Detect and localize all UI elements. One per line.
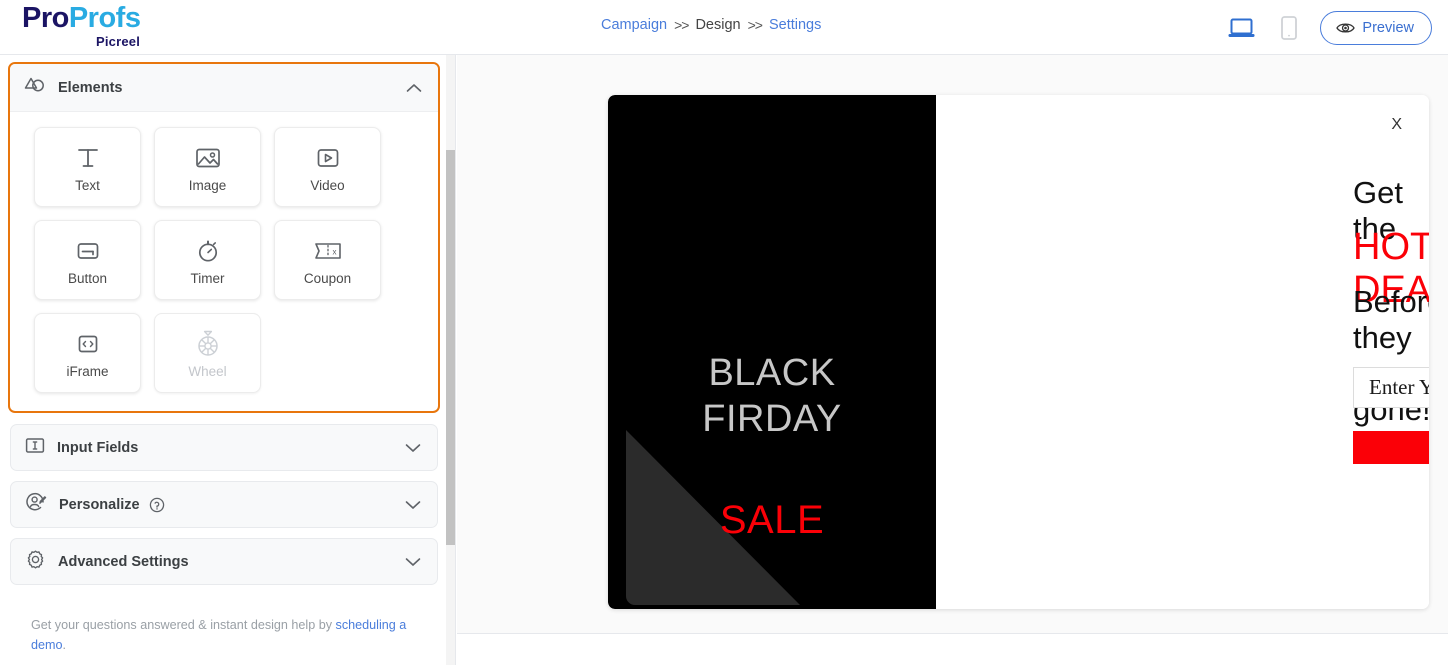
- app-root: ProProfs Picreel Campaign >> Design >> S…: [0, 0, 1448, 665]
- sidebar-scrollbar-track[interactable]: [446, 55, 455, 665]
- code-icon: [76, 327, 100, 361]
- element-tile-image[interactable]: Image: [154, 127, 261, 207]
- sidebar-section-title: Input Fields: [57, 439, 139, 456]
- elements-panel-title: Elements: [58, 79, 123, 96]
- sidebar-section-input-fields[interactable]: Input Fields: [10, 424, 438, 471]
- email-input[interactable]: Enter Your Email: [1353, 367, 1429, 408]
- logo-profs-text: Profs: [68, 2, 141, 34]
- element-tile-label: Image: [188, 178, 227, 193]
- popup-image-sale-text: SALE: [719, 498, 825, 542]
- element-tile-wheel: Wheel: [154, 313, 261, 393]
- desktop-view-button[interactable]: [1224, 13, 1258, 43]
- element-tile-label: iFrame: [66, 364, 109, 379]
- element-tile-label: Text: [75, 178, 100, 193]
- popup-image-line2: FIRDAY: [702, 398, 842, 441]
- text-icon: [75, 141, 101, 175]
- sidebar-footer: Get your questions answered & instant de…: [31, 616, 411, 655]
- sidebar-section-title: Advanced Settings: [58, 553, 189, 570]
- chevron-down-icon[interactable]: [405, 500, 421, 510]
- sidebar-section-title: Personalize: [59, 496, 140, 513]
- timer-icon: [195, 234, 221, 268]
- logo-product-name: Picreel: [96, 34, 141, 49]
- sidebar-scrollbar-thumb[interactable]: [446, 150, 455, 545]
- preview-button[interactable]: Preview: [1320, 10, 1432, 45]
- mobile-view-button[interactable]: [1272, 13, 1306, 43]
- coupon-icon: x: [313, 234, 343, 268]
- elements-tile-grid: Text Image Video Button Timer x Coupon i…: [10, 112, 438, 393]
- close-icon[interactable]: X: [1391, 116, 1402, 134]
- element-tile-video[interactable]: Video: [274, 127, 381, 207]
- brand-logo[interactable]: ProProfs Picreel: [22, 4, 222, 50]
- popup-content-panel: X Get the HOTTEST DEALS Before they are …: [936, 95, 1429, 609]
- sidebar-section-advanced-settings[interactable]: Advanced Settings: [10, 538, 438, 585]
- help-icon[interactable]: [149, 497, 165, 513]
- elements-panel-header[interactable]: Elements: [10, 64, 438, 112]
- element-tile-label: Video: [310, 178, 345, 193]
- input-field-icon: [25, 437, 45, 459]
- sidebar-footer-text: Get your questions answered & instant de…: [31, 618, 336, 632]
- personalize-icon: [25, 492, 47, 517]
- shapes-icon: [24, 76, 46, 99]
- sidebar-section-personalize[interactable]: Personalize: [10, 481, 438, 528]
- element-tile-timer[interactable]: Timer: [154, 220, 261, 300]
- gear-icon: [25, 549, 46, 575]
- popup-image-panel[interactable]: BLACK FIRDAY SALE: [608, 95, 936, 609]
- popup-preview: BLACK FIRDAY SALE X Get the HOTTEST DEAL…: [608, 95, 1429, 609]
- breadcrumb-separator: >>: [747, 17, 763, 33]
- signup-button[interactable]: Sign Me Up!: [1353, 431, 1429, 464]
- image-icon: [194, 141, 222, 175]
- breadcrumb-item-settings[interactable]: Settings: [769, 17, 821, 33]
- logo-pro-text: Pro: [22, 2, 69, 34]
- sidebar-footer-suffix: .: [62, 637, 67, 652]
- element-tile-label: Timer: [190, 271, 225, 286]
- desktop-icon: [1228, 18, 1255, 37]
- element-tile-iframe[interactable]: iFrame: [34, 313, 141, 393]
- video-icon: [315, 141, 341, 175]
- svg-text:x: x: [332, 247, 336, 256]
- eye-icon: [1336, 22, 1356, 33]
- breadcrumb-item-campaign[interactable]: Campaign: [601, 17, 667, 33]
- element-tile-label: Wheel: [188, 364, 227, 379]
- elements-panel: Elements Text Image Video Button Timer x…: [8, 62, 440, 413]
- breadcrumb-item-design[interactable]: Design: [695, 17, 740, 33]
- sidebar: Elements Text Image Video Button Timer x…: [0, 55, 456, 665]
- mobile-icon: [1281, 15, 1298, 40]
- canvas-footer-bar: [457, 633, 1448, 665]
- design-canvas: BLACK FIRDAY SALE X Get the HOTTEST DEAL…: [457, 55, 1448, 633]
- element-tile-label: Button: [67, 271, 108, 286]
- logo-wordmark: ProProfs: [22, 4, 222, 33]
- chevron-down-icon[interactable]: [405, 443, 421, 453]
- wheel-icon: [194, 327, 222, 361]
- top-bar-actions: Preview: [1224, 0, 1432, 55]
- element-tile-text[interactable]: Text: [34, 127, 141, 207]
- breadcrumb: Campaign >> Design >> Settings: [601, 17, 821, 33]
- preview-button-label: Preview: [1362, 19, 1414, 36]
- element-tile-label: Coupon: [303, 271, 352, 286]
- chevron-down-icon[interactable]: [405, 557, 421, 567]
- popup-image-headline: BLACK FIRDAY: [608, 350, 936, 443]
- element-tile-button[interactable]: Button: [34, 220, 141, 300]
- top-bar: ProProfs Picreel Campaign >> Design >> S…: [0, 0, 1448, 55]
- popup-image-line1: BLACK: [708, 352, 836, 394]
- button-icon: [75, 234, 101, 268]
- chevron-up-icon[interactable]: [406, 83, 422, 93]
- element-tile-coupon[interactable]: x Coupon: [274, 220, 381, 300]
- breadcrumb-separator: >>: [674, 17, 689, 33]
